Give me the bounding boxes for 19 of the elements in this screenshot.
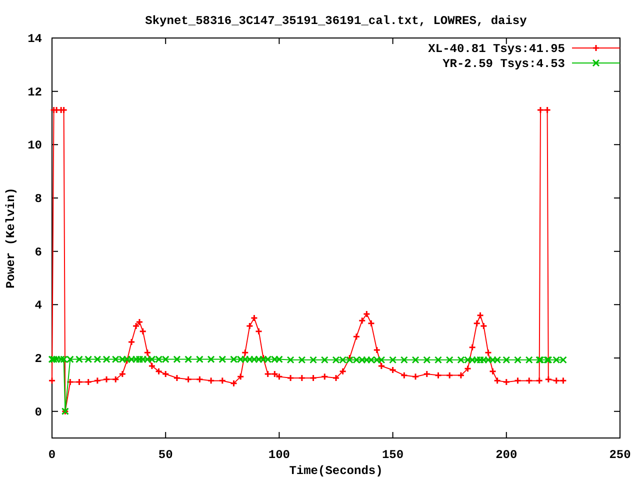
y-tick-label: 8 — [34, 192, 42, 206]
y-tick-label: 2 — [34, 352, 42, 366]
y-tick-label: 10 — [28, 138, 42, 153]
x-tick-label: 250 — [609, 448, 631, 462]
chart-title: Skynet_58316_3C147_35191_36191_cal.txt, LOWRES, daisy — [145, 14, 527, 28]
x-tick-label: 0 — [48, 448, 56, 462]
x-tick-label: 50 — [158, 448, 173, 462]
y-tick-label: 6 — [34, 245, 42, 260]
y-tick-label: 12 — [28, 85, 42, 100]
x-axis-label: Time(Seconds) — [289, 464, 383, 478]
y-tick-label: 14 — [28, 32, 42, 46]
x-tick-label: 150 — [382, 448, 404, 462]
x-tick-label: 200 — [496, 448, 518, 462]
y-tick-label: 0 — [34, 405, 42, 420]
y-tick-label: 4 — [34, 298, 42, 313]
x-tick-label: 100 — [268, 448, 290, 462]
legend-label: XL-40.81 Tsys:41.95 — [428, 42, 565, 56]
legend-label: YR-2.59 Tsys:4.53 — [442, 57, 565, 71]
y-axis-label: Power (Kelvin) — [4, 188, 18, 288]
